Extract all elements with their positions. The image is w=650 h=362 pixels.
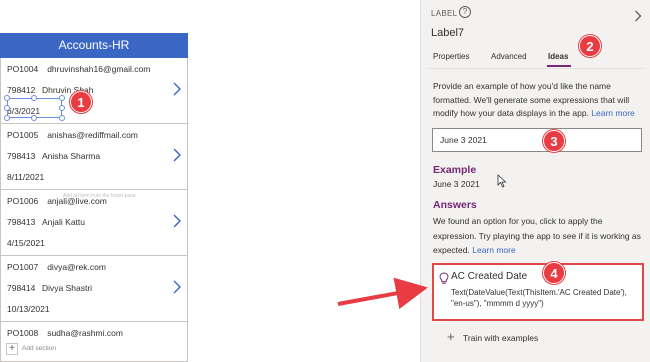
- row-name: Divya Shastri: [42, 283, 93, 293]
- row-name: Anisha Sharma: [42, 151, 101, 161]
- answer-suggestion-card[interactable]: AC Created Date Text(DateValue(Text(This…: [432, 263, 644, 321]
- row-date: 4/15/2021: [7, 238, 45, 248]
- row-date: 8/11/2021: [7, 172, 45, 182]
- insert-hint: Add an item from the Insert pane: [63, 193, 136, 199]
- example-heading: Example: [433, 164, 477, 176]
- plus-icon: +: [6, 343, 18, 355]
- example-value: June 3 2021: [433, 179, 480, 189]
- po-number: PO1005: [7, 130, 39, 140]
- row-name: Anjali Kattu: [42, 217, 85, 227]
- row-id: 798414: [7, 283, 36, 293]
- answers-heading: Answers: [433, 199, 477, 211]
- resize-handle[interactable]: [31, 115, 37, 121]
- resize-handle[interactable]: [4, 95, 10, 101]
- callout-badge-3: 3: [543, 130, 565, 152]
- row-id: 798412: [7, 85, 36, 95]
- tab-ideas[interactable]: Ideas: [548, 52, 568, 61]
- learn-more-link[interactable]: Learn more: [472, 245, 515, 255]
- row-id: 798413: [7, 151, 36, 161]
- panel-tabs: Properties Advanced Ideas: [421, 48, 650, 68]
- callout-badge-4: 4: [543, 262, 565, 284]
- po-number: PO1007: [7, 262, 39, 272]
- gallery-row[interactable]: PO1006 anjali@live.com 798413 Anjali Katt…: [0, 190, 188, 256]
- resize-handle[interactable]: [4, 115, 10, 121]
- control-name[interactable]: Label7: [431, 27, 464, 39]
- control-type-label: LABEL: [431, 9, 458, 18]
- chevron-right-icon[interactable]: [172, 214, 182, 228]
- row-date: 10/13/2021: [7, 304, 50, 314]
- resize-handle[interactable]: [4, 105, 10, 111]
- answers-description: We found an option for you, click to app…: [433, 214, 643, 258]
- gallery-row[interactable]: PO1005 anishas@rediffmail.com 798413 Anis…: [0, 124, 188, 190]
- row-id: 798413: [7, 217, 36, 227]
- app-canvas: Accounts-HR PO1004 dhruvinshah16@gmail.co…: [0, 0, 420, 362]
- chevron-right-icon[interactable]: [172, 148, 182, 162]
- po-number: PO1004: [7, 64, 39, 74]
- chevron-right-icon[interactable]: [172, 280, 182, 294]
- app-header: Accounts-HR: [0, 33, 188, 58]
- answer-title: AC Created Date: [451, 271, 528, 282]
- properties-panel: LABEL ? Label7 Properties Advanced Ideas…: [420, 0, 650, 362]
- tab-advanced[interactable]: Advanced: [491, 52, 527, 61]
- chevron-right-icon[interactable]: [172, 82, 182, 96]
- example-input[interactable]: [432, 128, 642, 152]
- add-section-label: Add section: [22, 345, 56, 352]
- callout-badge-1: 1: [70, 91, 92, 113]
- row-line-1: PO1008 sudha@rashmi.com: [7, 328, 123, 338]
- learn-more-link[interactable]: Learn more: [591, 108, 634, 118]
- callout-badge-2: 2: [579, 35, 601, 57]
- chevron-right-icon[interactable]: [634, 10, 642, 22]
- resize-handle[interactable]: [31, 95, 37, 101]
- row-line-1: PO1004 dhruvinshah16@gmail.com: [7, 64, 150, 74]
- tab-properties[interactable]: Properties: [433, 52, 469, 61]
- answer-expression: Text(DateValue(Text(ThisItem.'AC Created…: [451, 288, 627, 308]
- lightbulb-icon: [439, 272, 449, 284]
- ideas-intro: Provide an example of how you'd like the…: [433, 80, 647, 121]
- active-tab-indicator: [547, 65, 571, 67]
- cursor-icon: [497, 174, 507, 188]
- row-line-1: PO1005 anishas@rediffmail.com: [7, 130, 138, 140]
- add-section-button[interactable]: + Add section: [0, 338, 188, 362]
- resize-handle[interactable]: [59, 115, 65, 121]
- resize-handle[interactable]: [59, 105, 65, 111]
- email: dhruvinshah16@gmail.com: [47, 64, 151, 74]
- plus-icon[interactable]: +: [447, 329, 455, 344]
- email: sudha@rashmi.com: [47, 328, 123, 338]
- resize-handle[interactable]: [59, 95, 65, 101]
- gallery-row[interactable]: PO1007 divya@rek.com 798414 Divya Shastri…: [0, 256, 188, 322]
- row-line-1: PO1007 divya@rek.com: [7, 262, 106, 272]
- train-with-examples-button[interactable]: Train with examples: [463, 333, 538, 343]
- po-number: PO1008: [7, 328, 39, 338]
- email: divya@rek.com: [47, 262, 106, 272]
- answers-text: We found an option for you, click to app…: [433, 216, 641, 255]
- help-icon[interactable]: ?: [459, 6, 471, 18]
- divider: [429, 68, 643, 69]
- po-number: PO1006: [7, 196, 39, 206]
- email: anishas@rediffmail.com: [47, 130, 138, 140]
